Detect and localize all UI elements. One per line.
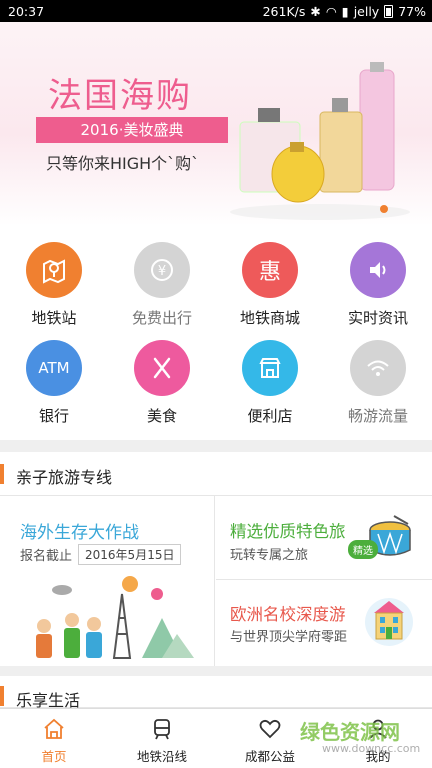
card-subtitle: 与世界顶尖学府零距 <box>230 630 348 645</box>
train-icon <box>154 719 170 740</box>
grid-item-data-traffic[interactable]: 畅游流量 <box>324 340 432 426</box>
network-speed: 261K/s <box>262 3 306 19</box>
signal-icon: ▮ <box>341 3 349 19</box>
grid-label: 畅游流量 <box>347 407 408 425</box>
grid-item-metro-mall[interactable]: 惠 地铁商城 <box>216 242 324 328</box>
nav-home[interactable]: 首页 <box>0 709 108 768</box>
section-header-family-travel: 亲子旅游专线 <box>0 452 432 496</box>
card-title: 精选优质特色旅 <box>230 522 346 541</box>
grid-label: 便利店 <box>247 407 293 425</box>
wifi-status-icon: ◠ <box>325 3 337 19</box>
grid-label: 美食 <box>146 407 177 425</box>
card-title: 欧洲名校深度游 <box>230 605 346 624</box>
nav-label: 成都公益 <box>244 749 295 764</box>
card-deadline: 报名截止 2016年5月15日 <box>20 544 182 565</box>
bluetooth-icon: ✱ <box>310 3 321 19</box>
svg-text:¥: ¥ <box>158 264 166 279</box>
grid-label: 地铁商城 <box>239 309 300 327</box>
grid-item-news[interactable]: 实时资讯 <box>324 242 432 328</box>
utensils-icon <box>134 340 190 396</box>
watermark-url: www.downcc.com <box>322 742 421 755</box>
grid-item-free-travel[interactable]: ¥ 免费出行 <box>108 242 216 328</box>
banner-subtitle: 只等你来HIGH个`购` <box>46 154 200 173</box>
atm-icon: ATM <box>26 340 82 396</box>
card-title: 海外生存大作战 <box>20 523 139 543</box>
battery-icon <box>384 4 394 18</box>
deadline-label: 报名截止 <box>20 549 73 564</box>
feature-grid: 地铁站 ¥ 免费出行 惠 地铁商城 实时资讯 ATM 银行 美食 便利店 畅游流… <box>0 226 432 440</box>
section-accent-bar <box>0 464 4 484</box>
grid-label: 地铁站 <box>31 309 77 327</box>
free-coin-icon: ¥ <box>134 242 190 298</box>
grid-label: 免费出行 <box>131 309 192 327</box>
school-building-icon <box>365 598 413 646</box>
card-featured-travel[interactable]: 精选优质特色旅 玩转专属之旅 精选 <box>216 496 432 580</box>
card-europe-schools[interactable]: 欧洲名校深度游 与世界顶尖学府零距 <box>216 581 432 666</box>
speaker-icon <box>350 242 406 298</box>
promo-banner[interactable]: 法国海购 2016·美妆盛典 只等你来HIGH个`购` <box>0 22 432 226</box>
banner-title: 法国海购 <box>48 76 192 116</box>
discount-icon: 惠 <box>242 242 298 298</box>
section-header-life: 乐享生活 <box>0 676 432 710</box>
travel-cards: 海外生存大作战 报名截止 2016年5月15日 精选优质特色旅 玩转专属之旅 精… <box>0 496 432 666</box>
section-title: 亲子旅游专线 <box>16 468 113 487</box>
grid-label: 实时资讯 <box>347 309 408 327</box>
carrier-name: jelly <box>353 3 380 19</box>
card-overseas-survival[interactable]: 海外生存大作战 报名截止 2016年5月15日 <box>0 496 215 666</box>
status-time: 20:37 <box>8 3 45 19</box>
card-subtitle: 玩转专属之旅 <box>230 548 309 563</box>
wifi-icon <box>350 340 406 396</box>
nav-label: 首页 <box>41 749 67 764</box>
featured-badge: 精选 <box>348 540 378 559</box>
store-icon <box>242 340 298 396</box>
grid-item-metro-station[interactable]: 地铁站 <box>0 242 108 328</box>
carousel-indicator[interactable] <box>380 205 388 213</box>
home-icon <box>44 718 64 739</box>
nav-label: 地铁沿线 <box>136 749 187 764</box>
nav-metro-line[interactable]: 地铁沿线 <box>108 709 216 768</box>
status-right: 261K/s ✱ ◠ ▮ jelly 77% <box>263 4 426 19</box>
heart-icon <box>259 719 281 739</box>
grid-item-bank[interactable]: ATM 银行 <box>0 340 108 426</box>
travel-illustration <box>36 576 194 659</box>
grid-label: 银行 <box>38 407 69 425</box>
section-accent-bar <box>0 686 4 706</box>
status-bar: 20:37 261K/s ✱ ◠ ▮ jelly 77% <box>0 0 432 22</box>
perfume-bottles-image <box>230 62 410 220</box>
grid-item-convenience-store[interactable]: 便利店 <box>216 340 324 426</box>
deadline-date: 2016年5月15日 <box>78 544 182 565</box>
battery-level: 77% <box>398 3 426 19</box>
banner-ribbon: 2016·美妆盛典 <box>36 117 228 143</box>
grid-item-food[interactable]: 美食 <box>108 340 216 426</box>
watermark-text: 绿色资源网 <box>300 720 400 744</box>
map-pin-icon <box>26 242 82 298</box>
